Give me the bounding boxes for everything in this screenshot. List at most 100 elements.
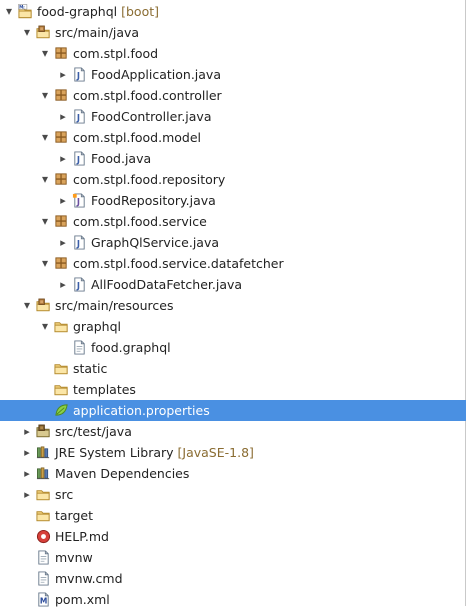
tree-item-name: com.stpl.food.model — [73, 130, 201, 145]
tree-item[interactable]: ▸ J FoodRepository.java — [0, 190, 466, 211]
expand-toggle-collapsed-icon[interactable]: ▸ — [21, 421, 33, 442]
tree-item-name: JRE System Library — [55, 445, 174, 460]
tree-item[interactable]: ▾ com.stpl.food.service.datafetcher — [0, 253, 466, 274]
tree-item-label: food.graphql — [91, 337, 171, 358]
svg-text:J: J — [76, 113, 80, 123]
tree-item[interactable]: ▾ src/main/resources — [0, 295, 466, 316]
folder-icon — [54, 382, 69, 397]
tree-item-label: Food.java — [91, 148, 151, 169]
expand-toggle-expanded-icon[interactable]: ▾ — [39, 43, 51, 64]
folder-icon — [54, 319, 69, 334]
expand-toggle-collapsed-icon[interactable]: ▸ — [57, 190, 69, 211]
tree-item[interactable]: ▸ J Food.java — [0, 148, 466, 169]
tree-item[interactable]: Mpom.xml — [0, 589, 466, 610]
expand-toggle-expanded-icon[interactable]: ▾ — [39, 316, 51, 337]
tree-item[interactable]: ▾ src/main/java — [0, 22, 466, 43]
tree-item-label: HELP.md — [55, 526, 109, 547]
svg-text:J: J — [76, 281, 80, 291]
maven-project-icon: M2 — [18, 4, 33, 19]
text-file-icon — [36, 550, 51, 565]
tree-item-label: AllFoodDataFetcher.java — [91, 274, 242, 295]
java-file-icon: J — [72, 67, 87, 82]
expand-toggle-expanded-icon[interactable]: ▾ — [39, 253, 51, 274]
tree-item[interactable]: ▸ Maven Dependencies — [0, 463, 466, 484]
tree-item[interactable]: ▸ J GraphQlService.java — [0, 232, 466, 253]
tree-item-name: graphql — [73, 319, 121, 334]
tree-item[interactable]: ▸ src/test/java — [0, 421, 466, 442]
java-file-icon: J — [72, 151, 87, 166]
tree-item[interactable]: target — [0, 505, 466, 526]
tree-item[interactable]: mvnw — [0, 547, 466, 568]
tree-item-label: src/main/java — [55, 22, 139, 43]
expand-toggle-collapsed-icon[interactable]: ▸ — [21, 463, 33, 484]
tree-item-name: com.stpl.food.service.datafetcher — [73, 256, 284, 271]
tree-item-name: FoodApplication.java — [91, 67, 221, 82]
tree-item[interactable]: templates — [0, 379, 466, 400]
project-explorer-tree[interactable]: ▾ M 2 food-graphql [boot] ▾ src/main/java ▾ com… — [0, 0, 466, 607]
expand-toggle-collapsed-icon[interactable]: ▸ — [57, 232, 69, 253]
tree-item-name: static — [73, 361, 108, 376]
tree-item-name: templates — [73, 382, 136, 397]
tree-item[interactable]: ▾ com.stpl.food.service — [0, 211, 466, 232]
tree-item[interactable]: ▾ com.stpl.food.controller — [0, 85, 466, 106]
tree-item[interactable]: ▾ graphql — [0, 316, 466, 337]
tree-item[interactable]: ▾ com.stpl.food — [0, 43, 466, 64]
tree-item-name: HELP.md — [55, 529, 109, 544]
tree-item-label: src/main/resources — [55, 295, 173, 316]
text-file-icon — [36, 571, 51, 586]
expand-toggle-expanded-icon[interactable]: ▾ — [21, 22, 33, 43]
tree-item[interactable]: HELP.md — [0, 526, 466, 547]
tree-item[interactable]: ▸ J AllFoodDataFetcher.java — [0, 274, 466, 295]
tree-item-label: FoodRepository.java — [91, 190, 216, 211]
expand-toggle-expanded-icon[interactable]: ▾ — [21, 295, 33, 316]
tree-item[interactable]: ▸ J FoodApplication.java — [0, 64, 466, 85]
tree-item-name: Maven Dependencies — [55, 466, 190, 481]
tree-item-name: target — [55, 508, 94, 523]
java-file-icon: J — [72, 109, 87, 124]
svg-text:J: J — [76, 71, 80, 81]
tree-item-name: Food.java — [91, 151, 152, 166]
expand-toggle-expanded-icon[interactable]: ▾ — [39, 127, 51, 148]
tree-item[interactable]: ▸ J FoodController.java — [0, 106, 466, 127]
package-icon — [54, 88, 69, 103]
tree-item[interactable]: ▾ M 2 food-graphql [boot] — [0, 1, 466, 22]
tree-item-label: src/test/java — [55, 421, 132, 442]
java-file-icon: J — [72, 277, 87, 292]
tree-item[interactable]: static — [0, 358, 466, 379]
tree-item-label: static — [73, 358, 107, 379]
tree-item-label: GraphQlService.java — [91, 232, 219, 253]
tree-item-name: FoodRepository.java — [91, 193, 216, 208]
tree-item-label: Maven Dependencies — [55, 463, 189, 484]
svg-text:M: M — [40, 597, 47, 606]
expand-toggle-expanded-icon[interactable]: ▾ — [39, 169, 51, 190]
tree-item[interactable]: ▾ com.stpl.food.repository — [0, 169, 466, 190]
tree-item-label: mvnw — [55, 547, 93, 568]
expand-toggle-expanded-icon[interactable]: ▾ — [3, 1, 15, 22]
spring-leaf-icon — [54, 403, 69, 418]
expand-toggle-expanded-icon[interactable]: ▾ — [39, 211, 51, 232]
expand-toggle-collapsed-icon[interactable]: ▸ — [57, 148, 69, 169]
tree-item-label: FoodController.java — [91, 106, 211, 127]
tree-item[interactable]: application.properties — [0, 400, 466, 421]
package-icon — [54, 130, 69, 145]
tree-item-decoration: [boot] — [117, 4, 159, 19]
expand-toggle-collapsed-icon[interactable]: ▸ — [21, 442, 33, 463]
tree-item[interactable]: food.graphql — [0, 337, 466, 358]
expand-toggle-collapsed-icon[interactable]: ▸ — [57, 64, 69, 85]
tree-item-name: src/test/java — [55, 424, 132, 439]
tree-item[interactable]: mvnw.cmd — [0, 568, 466, 589]
tree-item[interactable]: ▸ JRE System Library [JavaSE-1.8] — [0, 442, 466, 463]
tree-item[interactable]: ▾ com.stpl.food.model — [0, 127, 466, 148]
tree-item-label: templates — [73, 379, 136, 400]
package-icon — [54, 172, 69, 187]
tree-item-name: application.properties — [73, 403, 210, 418]
tree-item-name: com.stpl.food — [73, 46, 159, 61]
expand-toggle-collapsed-icon[interactable]: ▸ — [57, 274, 69, 295]
expand-toggle-collapsed-icon[interactable]: ▸ — [21, 484, 33, 505]
expand-toggle-expanded-icon[interactable]: ▾ — [39, 85, 51, 106]
tree-item-name: src/main/java — [55, 25, 140, 40]
maven-pom-icon: M — [36, 592, 51, 607]
tree-item[interactable]: ▸ src — [0, 484, 466, 505]
expand-toggle-collapsed-icon[interactable]: ▸ — [57, 106, 69, 127]
folder-icon — [36, 487, 51, 502]
